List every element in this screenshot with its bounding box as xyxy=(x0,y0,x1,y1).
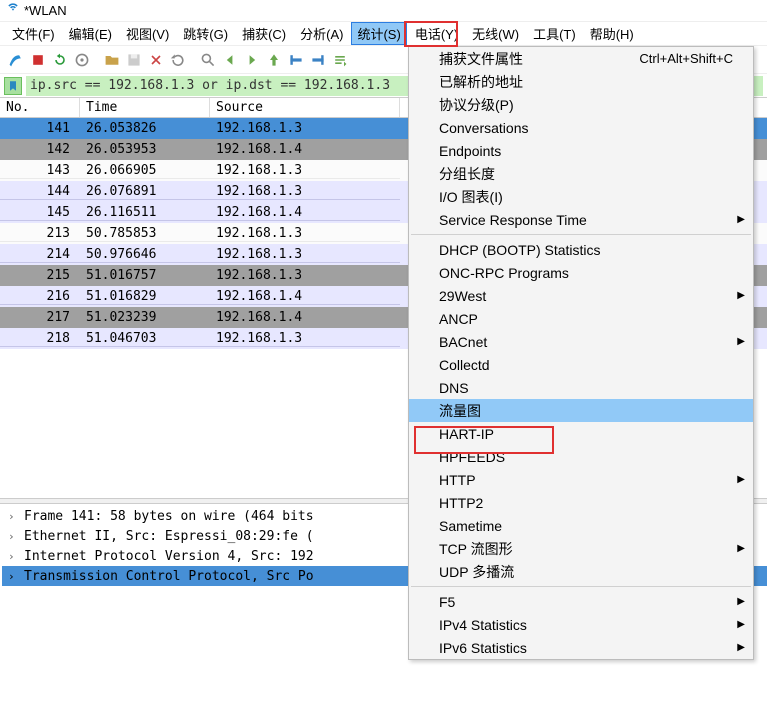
toolbar-find-icon[interactable] xyxy=(198,50,218,70)
chevron-right-icon: ▶ xyxy=(737,619,745,630)
menu-item[interactable]: Collectd xyxy=(409,353,753,376)
col-header-no[interactable]: No. xyxy=(0,98,80,117)
toolbar-next-icon[interactable] xyxy=(242,50,262,70)
menu-item[interactable]: 工具(T) xyxy=(527,22,582,45)
menu-item[interactable]: IPv4 Statistics▶ xyxy=(409,613,753,636)
menu-item[interactable]: Endpoints xyxy=(409,139,753,162)
menu-item[interactable]: HTTP2 xyxy=(409,491,753,514)
toolbar-last-icon[interactable] xyxy=(308,50,328,70)
menu-item[interactable]: DHCP (BOOTP) Statistics xyxy=(409,238,753,261)
chevron-right-icon: ▶ xyxy=(737,596,745,607)
menu-item[interactable]: HART-IP xyxy=(409,422,753,445)
menu-item[interactable]: 捕获(C) xyxy=(236,22,292,45)
app-icon xyxy=(6,2,20,19)
chevron-right-icon: ▶ xyxy=(737,642,745,653)
menu-item[interactable]: UDP 多播流 xyxy=(409,560,753,583)
toolbar-reload-icon[interactable] xyxy=(168,50,188,70)
menu-item[interactable]: 流量图 xyxy=(409,399,753,422)
menu-item[interactable]: 分组长度 xyxy=(409,162,753,185)
chevron-right-icon: ▶ xyxy=(737,543,745,554)
caret-icon: › xyxy=(8,510,18,523)
menu-separator xyxy=(411,586,751,587)
menu-separator xyxy=(411,234,751,235)
toolbar-autoscroll-icon[interactable] xyxy=(330,50,350,70)
menu-item[interactable]: 29West▶ xyxy=(409,284,753,307)
menu-item[interactable]: 统计(S) xyxy=(351,22,406,45)
menu-item[interactable]: 无线(W) xyxy=(466,22,525,45)
menu-item[interactable]: HTTP▶ xyxy=(409,468,753,491)
window-title: *WLAN xyxy=(24,3,67,18)
filter-bookmark-icon[interactable] xyxy=(4,77,22,95)
toolbar-open-icon[interactable] xyxy=(102,50,122,70)
caret-icon: › xyxy=(8,530,18,543)
menu-item[interactable]: Sametime xyxy=(409,514,753,537)
menu-item[interactable]: F5▶ xyxy=(409,590,753,613)
col-header-time[interactable]: Time xyxy=(80,98,210,117)
menu-item[interactable]: 协议分级(P) xyxy=(409,93,753,116)
caret-icon: › xyxy=(8,550,18,563)
menubar: 文件(F)编辑(E)视图(V)跳转(G)捕获(C)分析(A)统计(S)电话(Y)… xyxy=(0,22,767,46)
menu-item[interactable]: 帮助(H) xyxy=(584,22,640,45)
toolbar-restart-icon[interactable] xyxy=(50,50,70,70)
col-header-source[interactable]: Source xyxy=(210,98,400,117)
menu-item[interactable]: 跳转(G) xyxy=(177,22,234,45)
toolbar-options-icon[interactable] xyxy=(72,50,92,70)
statistics-menu-popup: 捕获文件属性Ctrl+Alt+Shift+C已解析的地址协议分级(P)Conve… xyxy=(408,46,754,660)
toolbar-stop-icon[interactable] xyxy=(28,50,48,70)
titlebar: *WLAN xyxy=(0,0,767,22)
chevron-right-icon: ▶ xyxy=(737,214,745,225)
menu-item[interactable]: DNS xyxy=(409,376,753,399)
toolbar-first-icon[interactable] xyxy=(286,50,306,70)
menu-item[interactable]: 编辑(E) xyxy=(63,22,118,45)
chevron-right-icon: ▶ xyxy=(737,336,745,347)
menu-item[interactable]: IPv6 Statistics▶ xyxy=(409,636,753,659)
toolbar-prev-icon[interactable] xyxy=(220,50,240,70)
chevron-right-icon: ▶ xyxy=(737,474,745,485)
menu-item[interactable]: TCP 流图形▶ xyxy=(409,537,753,560)
toolbar-close-icon[interactable] xyxy=(146,50,166,70)
menu-item[interactable]: 已解析的地址 xyxy=(409,70,753,93)
menu-item[interactable]: I/O 图表(I) xyxy=(409,185,753,208)
menu-item[interactable]: BACnet▶ xyxy=(409,330,753,353)
menu-item[interactable]: 视图(V) xyxy=(120,22,175,45)
menu-item[interactable]: 捕获文件属性Ctrl+Alt+Shift+C xyxy=(409,47,753,70)
menu-item[interactable]: Conversations xyxy=(409,116,753,139)
toolbar-save-icon[interactable] xyxy=(124,50,144,70)
toolbar-jump-icon[interactable] xyxy=(264,50,284,70)
menu-item[interactable]: Service Response Time▶ xyxy=(409,208,753,231)
caret-icon: › xyxy=(8,570,18,583)
menu-item[interactable]: HPFEEDS xyxy=(409,445,753,468)
toolbar-fin-icon[interactable] xyxy=(6,50,26,70)
menu-item[interactable]: ONC-RPC Programs xyxy=(409,261,753,284)
menu-item[interactable]: 电话(Y) xyxy=(409,22,464,45)
menu-item[interactable]: ANCP xyxy=(409,307,753,330)
chevron-right-icon: ▶ xyxy=(737,290,745,301)
menu-item[interactable]: 文件(F) xyxy=(6,22,61,45)
menu-item[interactable]: 分析(A) xyxy=(294,22,349,45)
